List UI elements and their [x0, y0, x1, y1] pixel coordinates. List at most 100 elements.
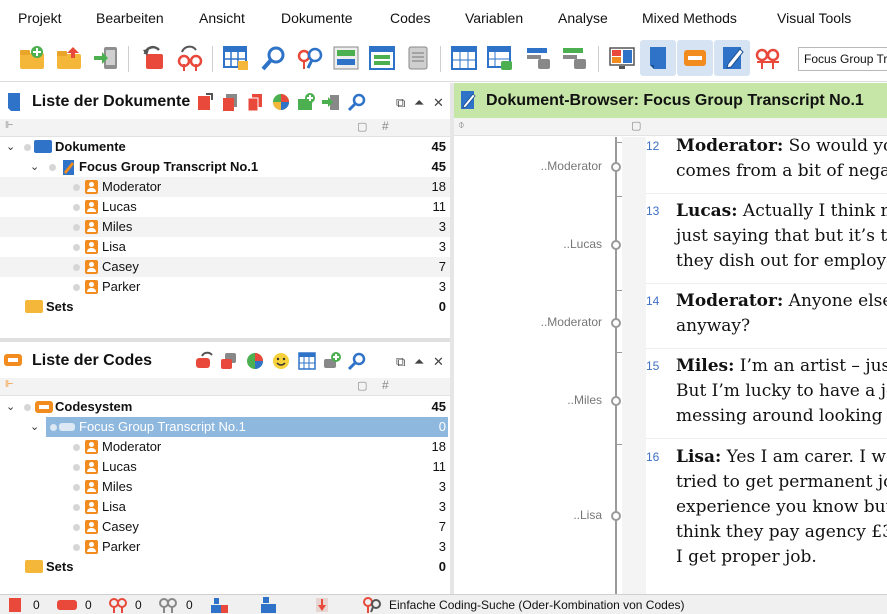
paragraph-text[interactable]: Moderator: So would you comes from a bit…	[676, 134, 887, 184]
search-input[interactable]: Focus Group Tr	[798, 47, 887, 71]
retrieve-icon[interactable]	[296, 44, 324, 72]
tree-row-code-speaker[interactable]: Moderator 18	[0, 437, 450, 457]
layout-icon[interactable]	[608, 44, 636, 72]
tree-row-code-speaker[interactable]: Lisa 3	[0, 497, 450, 517]
tree-row-speaker[interactable]: Miles 3	[0, 217, 450, 237]
chevron-down-icon[interactable]: ⌄	[30, 420, 39, 433]
code-status-icon	[57, 600, 77, 610]
menu-projekt[interactable]: Projekt	[18, 10, 62, 26]
new-code-icon[interactable]	[194, 351, 214, 371]
close-icon[interactable]: ✕	[433, 354, 444, 370]
speaker-count: 7	[438, 259, 446, 274]
variable-table-icon[interactable]	[486, 44, 514, 72]
document-matrix-icon[interactable]	[368, 44, 396, 72]
chevron-down-icon[interactable]: ⌄	[30, 160, 39, 173]
tree-row-code-speaker[interactable]: Casey 7	[0, 517, 450, 537]
import-document-icon[interactable]	[321, 92, 341, 112]
activated-codes-count: 0	[135, 598, 142, 612]
paragraph-text[interactable]: Miles: I’m an artist – just d But I’m lu…	[676, 354, 887, 429]
new-document-group-icon[interactable]	[296, 92, 316, 112]
menu-dokumente[interactable]: Dokumente	[281, 10, 353, 26]
maximize-icon[interactable]: ⏶	[414, 354, 424, 370]
menu-analyse[interactable]: Analyse	[558, 10, 608, 26]
search-documents-icon[interactable]	[347, 92, 367, 112]
status-dot	[73, 204, 80, 211]
tree-row-code-speaker[interactable]: Lucas 11	[0, 457, 450, 477]
maximize-icon[interactable]: ⏶	[414, 95, 424, 111]
tree-row-sets[interactable]: Sets 0	[0, 297, 450, 317]
speaker-name: Moderator:	[676, 136, 784, 156]
open-project-icon[interactable]	[55, 44, 83, 72]
document-variables-icon[interactable]	[524, 44, 552, 72]
segment-label[interactable]: ..Moderator	[452, 159, 602, 173]
new-code-group-icon[interactable]	[322, 351, 342, 371]
segment-matrix-icon[interactable]	[332, 44, 360, 72]
paragraph-text[interactable]: Moderator: Anyone else w anyway?	[676, 289, 887, 339]
tree-row-documents-root[interactable]: ⌄ Dokumente 45	[0, 137, 450, 157]
segment-node[interactable]	[611, 511, 621, 521]
search-icon[interactable]	[260, 44, 288, 72]
code-set-icon[interactable]	[219, 351, 239, 371]
undock-icon[interactable]: ⧉	[396, 354, 405, 370]
tree-row-speaker[interactable]: Casey 7	[0, 257, 450, 277]
coding-stripe-area	[454, 137, 646, 594]
status-dot	[73, 244, 80, 251]
browser-window-toggle[interactable]	[714, 40, 750, 76]
tree-row-code-speaker[interactable]: Parker 3	[0, 537, 450, 557]
code-table-icon[interactable]	[297, 351, 317, 371]
tree-row-code-sets[interactable]: Sets 0	[0, 557, 450, 577]
document-window-toggle[interactable]	[640, 40, 676, 76]
status-dot	[49, 164, 56, 171]
segment-node[interactable]	[611, 240, 621, 250]
copy-document-icon[interactable]	[221, 92, 239, 112]
tree-row-speaker[interactable]: Lucas 11	[0, 197, 450, 217]
chevron-down-icon[interactable]: ⌄	[6, 140, 15, 153]
menu-bearbeiten[interactable]: Bearbeiten	[96, 10, 164, 26]
segment-node[interactable]	[611, 318, 621, 328]
segment-label[interactable]: ..Lucas	[452, 237, 602, 251]
menu-variablen[interactable]: Variablen	[465, 10, 523, 26]
paragraph-text[interactable]: Lisa: Yes I am carer. I wor tried to get…	[676, 445, 887, 570]
speaker-label: Lucas	[102, 459, 137, 474]
chevron-down-icon[interactable]: ⌄	[6, 400, 15, 413]
code-variables-icon[interactable]	[560, 44, 588, 72]
tree-row-speaker[interactable]: Lisa 3	[0, 237, 450, 257]
code-matrix-icon[interactable]	[450, 44, 478, 72]
undock-icon[interactable]: ⧉	[396, 95, 405, 111]
undo-document-icon[interactable]	[140, 44, 168, 72]
close-icon[interactable]: ✕	[433, 95, 444, 111]
menu-ansicht[interactable]: Ansicht	[199, 10, 245, 26]
document-set-icon[interactable]	[246, 92, 264, 112]
segment-label[interactable]: ..Moderator	[452, 315, 602, 329]
segment-label[interactable]: ..Miles	[452, 393, 602, 407]
tree-row-speaker[interactable]: Parker 3	[0, 277, 450, 297]
segment-node[interactable]	[611, 396, 621, 406]
tree-row-speaker[interactable]: Moderator 18	[0, 177, 450, 197]
speaker-label: Casey	[102, 519, 139, 534]
menu-mixed-methods[interactable]: Mixed Methods	[642, 10, 737, 26]
retrieved-segments-icon[interactable]	[754, 44, 782, 72]
menu-visual-tools[interactable]: Visual Tools	[777, 10, 851, 26]
tree-row-code-selected[interactable]: ⌄ Focus Group Transcript No.1 0	[0, 417, 450, 437]
tree-row-code-speaker[interactable]: Miles 3	[0, 477, 450, 497]
tree-row-codesystem-root[interactable]: ⌄ Codesystem 45	[0, 397, 450, 417]
segment-node[interactable]	[611, 162, 621, 172]
timeline-tick	[617, 290, 622, 291]
paragraph-number: 12	[646, 139, 660, 153]
document-portrait-icon[interactable]	[271, 92, 291, 112]
paragraph-text[interactable]: Lucas: Actually I think my just saying t…	[676, 199, 887, 274]
new-project-icon[interactable]	[18, 44, 46, 72]
menu-codes[interactable]: Codes	[390, 10, 430, 26]
new-document-icon[interactable]	[196, 92, 214, 112]
segment-label[interactable]: ..Lisa	[452, 508, 602, 522]
memo-icon[interactable]	[404, 44, 432, 72]
import-icon[interactable]	[92, 44, 120, 72]
undo-code-icon[interactable]	[176, 44, 204, 72]
emoticode-icon[interactable]	[271, 351, 291, 371]
search-codes-icon[interactable]	[347, 351, 367, 371]
table-overview-icon[interactable]	[222, 44, 250, 72]
code-statistics-icon[interactable]	[245, 351, 265, 371]
code-window-toggle[interactable]	[677, 40, 713, 76]
code-list-header: Liste der Codes ⧉ ⏶ ✕	[0, 342, 450, 380]
tree-row-document[interactable]: ⌄ Focus Group Transcript No.1 45	[0, 157, 450, 177]
